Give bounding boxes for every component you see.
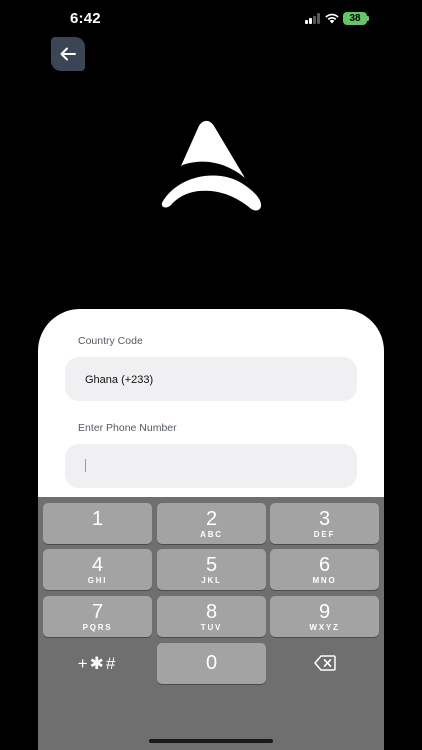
wifi-icon: [325, 13, 339, 24]
key-8-letters: TUV: [200, 623, 223, 632]
battery-level: 38: [349, 13, 361, 24]
key-6-letters: MNO: [312, 576, 337, 585]
arrow-left-icon: [60, 47, 76, 61]
key-3-letters: DEF: [313, 530, 336, 539]
text-cursor: [85, 459, 86, 472]
numeric-keypad: 1 2 ABC 3 DEF 4 GHI 5 JKL 6 MNO 7 PQRS 8…: [38, 497, 384, 750]
battery-tip: [367, 16, 369, 21]
status-bar: 6:42 38: [0, 0, 422, 40]
key-7[interactable]: 7 PQRS: [43, 596, 152, 637]
key-4[interactable]: 4 GHI: [43, 549, 152, 590]
key-7-letters: PQRS: [82, 623, 113, 632]
key-1[interactable]: 1: [43, 503, 152, 544]
key-2-letters: ABC: [200, 530, 223, 539]
key-symbols[interactable]: +✱#: [43, 643, 152, 684]
app-logo: [161, 120, 262, 211]
key-1-digit: 1: [91, 508, 104, 530]
key-symbols-label: +✱#: [77, 654, 118, 673]
key-8-digit: 8: [205, 601, 218, 623]
key-0[interactable]: 0: [157, 643, 266, 684]
key-9[interactable]: 9 WXYZ: [270, 596, 379, 637]
phone-number-input[interactable]: [65, 444, 357, 488]
key-0-digit: 0: [205, 652, 218, 674]
key-3[interactable]: 3 DEF: [270, 503, 379, 544]
back-button[interactable]: [51, 37, 85, 71]
key-4-digit: 4: [91, 554, 104, 576]
key-3-digit: 3: [318, 508, 331, 530]
key-6[interactable]: 6 MNO: [270, 549, 379, 590]
key-5-digit: 5: [205, 554, 218, 576]
key-2-digit: 2: [205, 508, 218, 530]
key-6-digit: 6: [318, 554, 331, 576]
key-8[interactable]: 8 TUV: [157, 596, 266, 637]
key-5-letters: JKL: [201, 576, 222, 585]
key-7-digit: 7: [91, 601, 104, 623]
cellular-signal-icon: [305, 13, 322, 24]
battery-icon: 38: [343, 12, 367, 25]
status-time: 6:42: [70, 10, 101, 27]
delete-key[interactable]: [270, 643, 379, 684]
key-9-digit: 9: [318, 601, 331, 623]
backspace-icon: [313, 655, 336, 671]
key-5[interactable]: 5 JKL: [157, 549, 266, 590]
phone-number-label: Enter Phone Number: [78, 422, 177, 434]
key-2[interactable]: 2 ABC: [157, 503, 266, 544]
country-code-label: Country Code: [78, 335, 143, 347]
key-4-letters: GHI: [87, 576, 108, 585]
home-indicator[interactable]: [149, 739, 273, 743]
key-9-letters: WXYZ: [309, 623, 340, 632]
country-code-value: Ghana (+233): [85, 374, 154, 386]
